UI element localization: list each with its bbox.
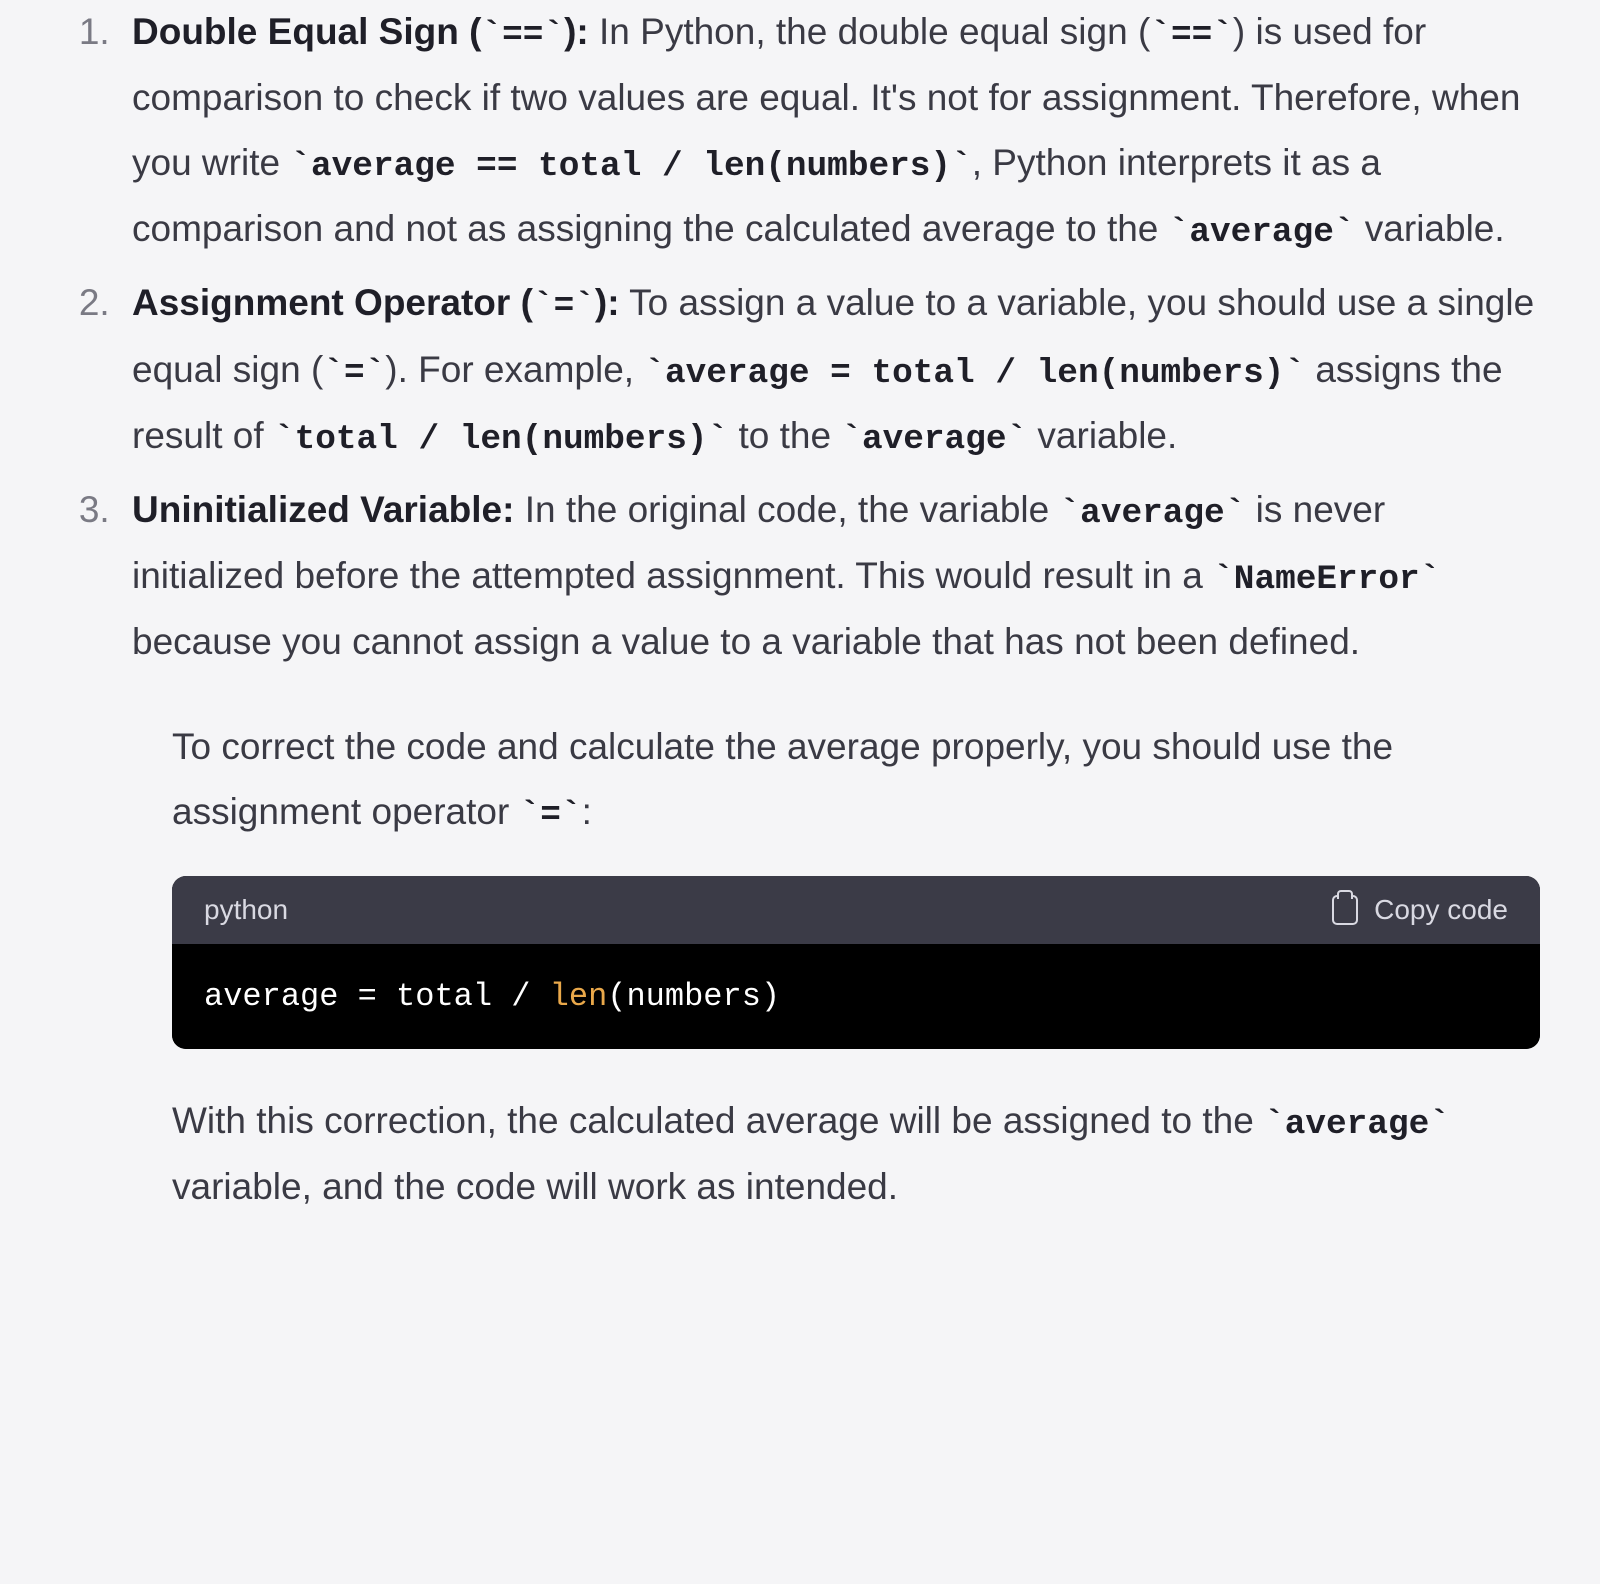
inline-code: == [481, 16, 564, 55]
code-token-builtin: len [550, 978, 608, 1015]
inline-code: average [1060, 494, 1246, 533]
correction-intro-paragraph: To correct the code and calculate the av… [172, 715, 1540, 846]
explanation-list: Double Equal Sign (==): In Python, the d… [60, 0, 1540, 675]
copy-code-button[interactable]: Copy code [1332, 894, 1508, 926]
clipboard-icon [1332, 895, 1358, 925]
copy-code-label: Copy code [1374, 894, 1508, 926]
inline-code: == [1150, 16, 1233, 55]
list-item: Uninitialized Variable: In the original … [120, 478, 1540, 675]
inline-code: = [323, 354, 385, 393]
correction-result-paragraph: With this correction, the calculated ave… [172, 1089, 1540, 1220]
code-block-header: python Copy code [172, 876, 1540, 944]
code-token: (numbers) [607, 978, 780, 1015]
list-item: Double Equal Sign (==): In Python, the d… [120, 0, 1540, 263]
inline-code: NameError [1213, 560, 1440, 599]
inline-code: total / len(numbers) [274, 420, 728, 459]
inline-code: = [533, 287, 595, 326]
code-token: average = total / [204, 978, 550, 1015]
document-page: Double Equal Sign (==): In Python, the d… [0, 0, 1600, 1310]
list-item: Assignment Operator (=): To assign a val… [120, 271, 1540, 470]
inline-code: average == total / len(numbers) [290, 147, 971, 186]
inline-code: average = total / len(numbers) [644, 354, 1305, 393]
list-item-title: Uninitialized Variable: [132, 489, 514, 530]
code-language-label: python [204, 894, 288, 926]
inline-code: average [1169, 213, 1355, 252]
inline-code: = [520, 796, 582, 835]
inline-code: average [841, 420, 1027, 459]
list-item-title: Assignment Operator (=): [132, 282, 620, 323]
list-item-title: Double Equal Sign (==): [132, 11, 589, 52]
code-block-body: average = total / len(numbers) [172, 944, 1540, 1049]
inline-code: average [1264, 1105, 1450, 1144]
code-block: python Copy code average = total / len(n… [172, 876, 1540, 1049]
